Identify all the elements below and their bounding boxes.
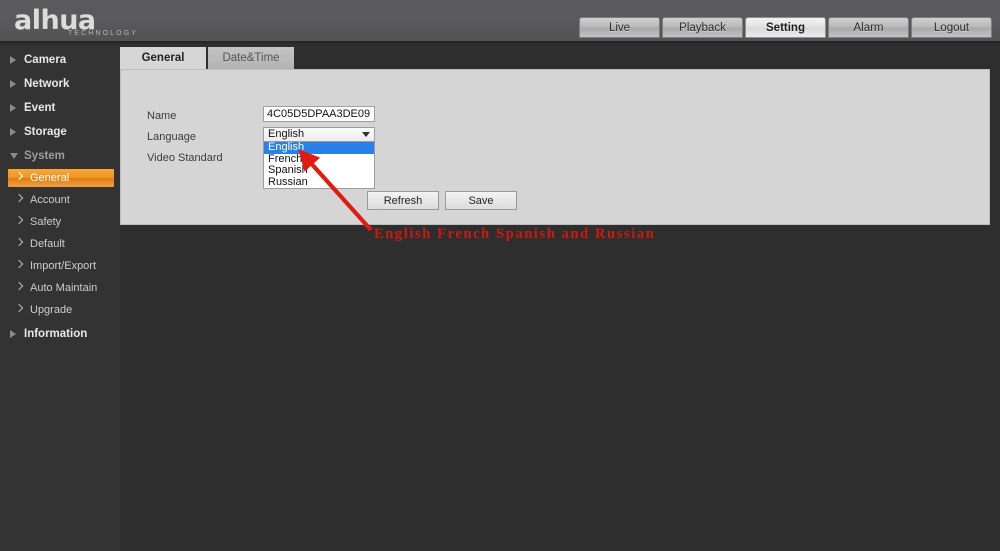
chevron-right-icon bbox=[14, 193, 24, 203]
sidebar-item-event[interactable]: Event bbox=[0, 99, 120, 117]
sidebar-item-storage[interactable]: Storage bbox=[0, 123, 120, 141]
sidebar-item-label: Information bbox=[24, 328, 88, 340]
chevron-right-icon bbox=[10, 104, 16, 112]
chevron-right-icon bbox=[10, 330, 16, 338]
chevron-right-icon bbox=[10, 56, 16, 64]
refresh-button[interactable]: Refresh bbox=[367, 191, 439, 210]
sidebar-item-default[interactable]: Default bbox=[0, 235, 120, 253]
app-header: alhua TECHNOLOGY Live Playback Setting A… bbox=[0, 0, 1000, 43]
sidebar-item-auto-maintain[interactable]: Auto Maintain bbox=[0, 279, 120, 297]
annotation-text: English French Spanish and Russian bbox=[374, 226, 656, 242]
chevron-right-icon bbox=[14, 303, 24, 313]
tab-date-time[interactable]: Date&Time bbox=[208, 47, 294, 69]
sidebar-item-label: General bbox=[30, 172, 70, 184]
nav-button-logout[interactable]: Logout bbox=[911, 17, 992, 38]
chevron-right-icon bbox=[14, 215, 24, 225]
dropdown-option-russian[interactable]: Russian bbox=[264, 176, 374, 189]
nav-button-playback[interactable]: Playback bbox=[662, 17, 743, 38]
sidebar-item-camera[interactable]: Camera bbox=[0, 51, 120, 69]
name-label: Name bbox=[147, 110, 177, 122]
nav-button-setting[interactable]: Setting bbox=[745, 17, 826, 38]
sidebar-item-label: Account bbox=[30, 194, 70, 206]
sidebar-item-general[interactable]: General bbox=[8, 169, 114, 187]
sidebar-item-label: Camera bbox=[24, 54, 67, 66]
chevron-right-icon bbox=[10, 128, 16, 136]
nav-button-alarm[interactable]: Alarm bbox=[828, 17, 909, 38]
sidebar: Camera Network Event Storage System Gene… bbox=[0, 45, 120, 551]
name-input[interactable] bbox=[263, 106, 375, 122]
chevron-right-icon bbox=[14, 237, 24, 247]
chevron-right-icon bbox=[14, 281, 24, 291]
sidebar-item-label: Network bbox=[24, 78, 70, 90]
action-buttons: Refresh Save bbox=[367, 191, 517, 210]
sidebar-item-label: System bbox=[24, 150, 65, 162]
sidebar-item-system[interactable]: System bbox=[0, 147, 120, 165]
video-standard-label: Video Standard bbox=[147, 152, 223, 164]
chevron-down-icon bbox=[362, 132, 370, 137]
main-nav: Live Playback Setting Alarm Logout bbox=[579, 17, 992, 38]
language-select[interactable]: English bbox=[263, 127, 375, 142]
sidebar-item-label: Storage bbox=[24, 126, 67, 138]
sidebar-item-safety[interactable]: Safety bbox=[0, 213, 120, 231]
tab-general[interactable]: General bbox=[120, 47, 206, 69]
sidebar-item-label: Upgrade bbox=[30, 304, 73, 316]
chevron-down-icon bbox=[10, 153, 18, 159]
sidebar-item-import-export[interactable]: Import/Export bbox=[0, 257, 120, 275]
language-select-value: English bbox=[268, 128, 305, 140]
sidebar-item-label: Event bbox=[24, 102, 56, 114]
chevron-right-icon bbox=[14, 171, 24, 181]
chevron-right-icon bbox=[14, 259, 24, 269]
sidebar-item-label: Default bbox=[30, 238, 65, 250]
sidebar-item-upgrade[interactable]: Upgrade bbox=[0, 301, 120, 319]
language-label: Language bbox=[147, 131, 196, 143]
sidebar-item-account[interactable]: Account bbox=[0, 191, 120, 209]
sidebar-item-label: Safety bbox=[30, 216, 62, 228]
logo-tagline: TECHNOLOGY bbox=[68, 30, 139, 37]
chevron-right-icon bbox=[10, 80, 16, 88]
sidebar-item-network[interactable]: Network bbox=[0, 75, 120, 93]
dropdown-option-english[interactable]: English bbox=[264, 141, 374, 154]
content-area: General Date&Time Name Language English … bbox=[120, 45, 1000, 551]
dahua-logo: alhua TECHNOLOGY bbox=[14, 5, 194, 39]
save-button[interactable]: Save bbox=[445, 191, 517, 210]
language-dropdown-list[interactable]: English French Spanish Russian bbox=[263, 141, 375, 190]
tab-strip: General Date&Time bbox=[120, 47, 296, 69]
settings-panel: Name Language English English French Spa… bbox=[120, 69, 990, 225]
sidebar-item-label: Import/Export bbox=[30, 260, 97, 272]
nav-button-live[interactable]: Live bbox=[579, 17, 660, 38]
sidebar-item-label: Auto Maintain bbox=[30, 282, 98, 294]
sidebar-item-information[interactable]: Information bbox=[0, 325, 120, 343]
